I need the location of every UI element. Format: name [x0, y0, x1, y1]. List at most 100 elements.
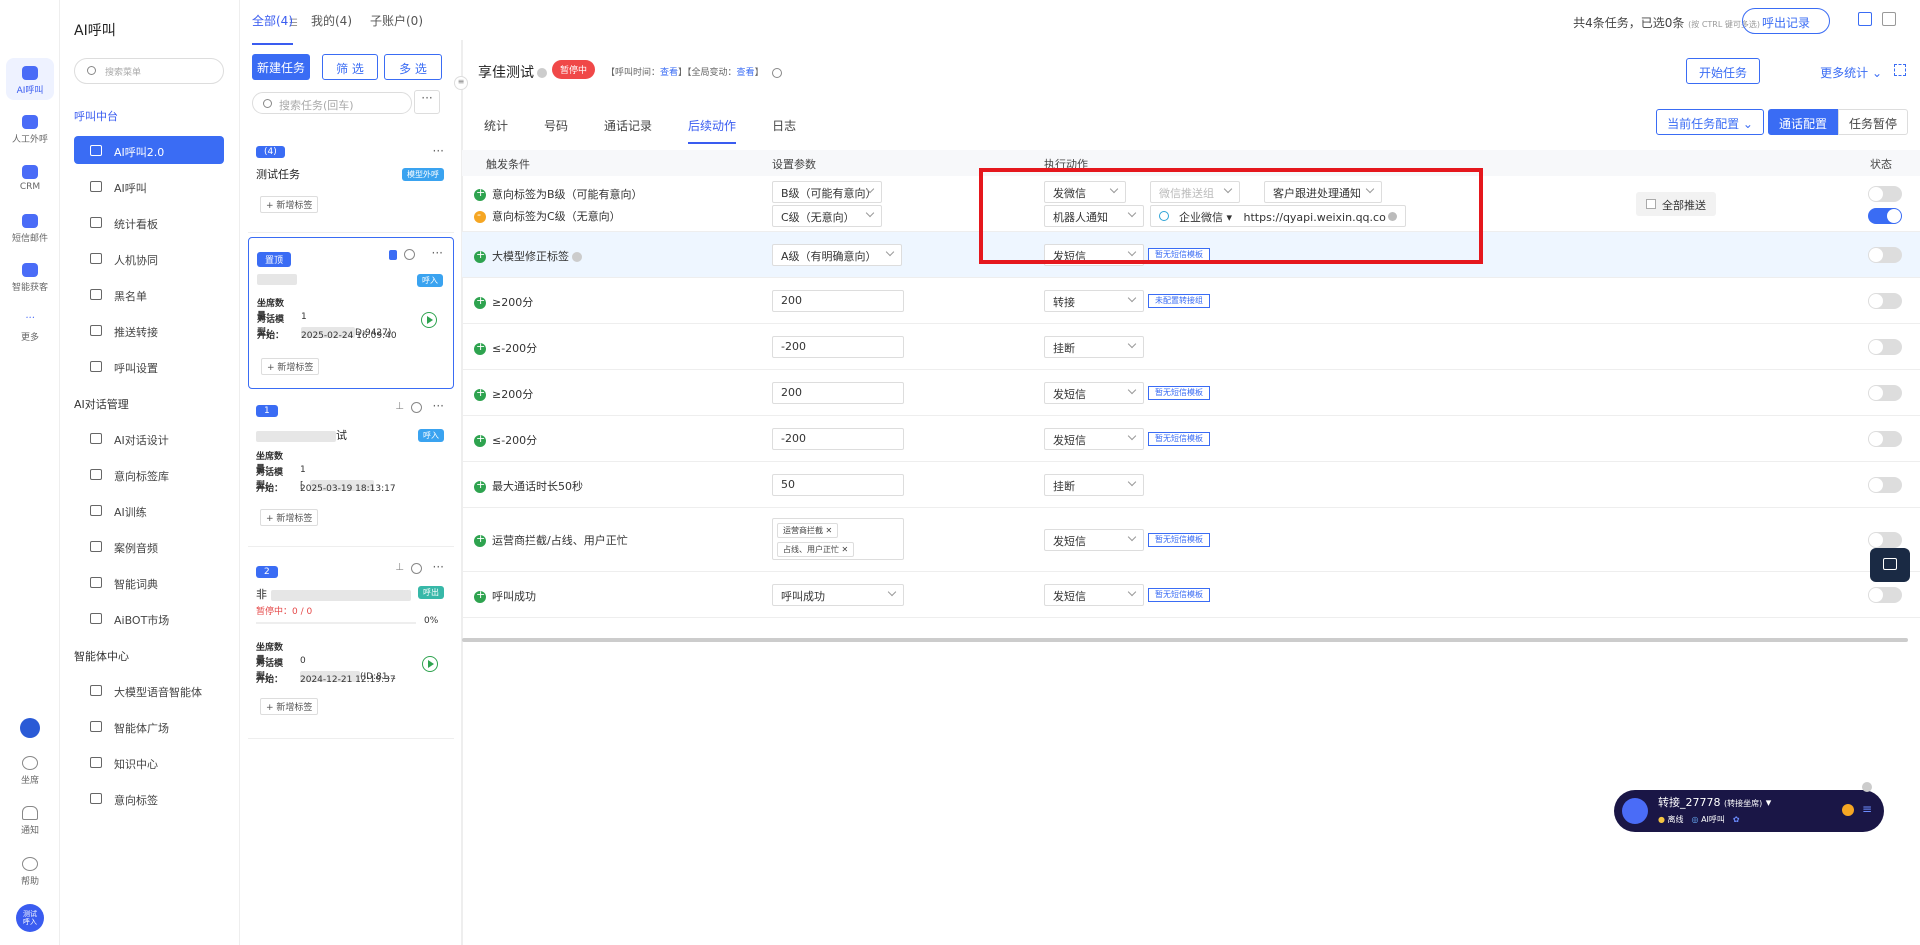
refresh-icon[interactable]	[411, 563, 422, 574]
add-icon[interactable]	[474, 248, 486, 263]
add-icon[interactable]	[474, 294, 486, 309]
view-global-vars-link[interactable]: 查看	[737, 68, 755, 78]
remove-icon[interactable]	[474, 208, 486, 223]
menu-ai-dialog-design[interactable]: AI对话设计	[74, 424, 224, 452]
card-more-icon[interactable]: ···	[433, 399, 444, 413]
menu-case-audio[interactable]: 案例音频	[74, 532, 224, 560]
menu-call-settings[interactable]: 呼叫设置	[74, 352, 224, 380]
score-input[interactable]: 200	[772, 382, 904, 404]
add-tag-button[interactable]: + 新增标签	[261, 358, 320, 375]
close-icon[interactable]: ✕	[842, 545, 849, 554]
add-tag-button[interactable]: + 新增标签	[260, 196, 319, 213]
agent-name[interactable]: 转接_27778 (转接坐席) ▾	[1658, 794, 1771, 810]
rail-sms-mail[interactable]: 短信邮件	[0, 214, 60, 244]
avatar[interactable]: 测试 呼入	[16, 904, 44, 932]
status-toggle[interactable]	[1868, 532, 1902, 548]
refresh-icon[interactable]	[772, 67, 783, 78]
pin-icon[interactable]: ⊥	[395, 562, 404, 573]
add-icon[interactable]	[474, 588, 486, 603]
chat-float-button[interactable]	[1870, 548, 1910, 582]
refresh-icon[interactable]	[411, 402, 422, 413]
status-toggle[interactable]	[1868, 477, 1902, 493]
menu-llm-voice-agent[interactable]: 大模型语音智能体	[74, 676, 224, 704]
rail-manual-call[interactable]: 人工外呼	[0, 115, 60, 145]
current-task-config-dropdown[interactable]: 当前任务配置 ⌄	[1656, 109, 1764, 135]
status-toggle[interactable]	[1868, 247, 1902, 263]
list-view-icon[interactable]	[1882, 12, 1896, 26]
toggle-list-icon[interactable]: ≡	[454, 76, 468, 90]
menu-icon[interactable]: ≡	[1862, 802, 1872, 816]
status-toggle[interactable]	[1868, 208, 1902, 224]
action-select[interactable]: 发短信	[1044, 584, 1144, 606]
action-select[interactable]: 发短信	[1044, 529, 1144, 551]
card-more-icon[interactable]: ···	[433, 560, 444, 574]
task-search-input[interactable]: 搜索任务(回车)	[252, 92, 412, 114]
param-select[interactable]: B级（可能有意向）	[772, 181, 882, 203]
grid-view-icon[interactable]	[1858, 12, 1872, 26]
start-task-button[interactable]: 开始任务	[1686, 58, 1760, 84]
menu-ai-training[interactable]: AI训练	[74, 496, 224, 524]
tab-log[interactable]: 日志	[772, 117, 796, 144]
action-select[interactable]: 挂断	[1044, 336, 1144, 358]
menu-search-input[interactable]: 搜索菜单	[74, 58, 224, 84]
menu-smart-dict[interactable]: 智能词典	[74, 568, 224, 596]
score-input[interactable]: -200	[772, 336, 904, 358]
score-input[interactable]: -200	[772, 428, 904, 450]
status-toggle[interactable]	[1868, 293, 1902, 309]
menu-ai-call[interactable]: AI呼叫	[74, 172, 224, 200]
menu-intent-tag-lib[interactable]: 意向标签库	[74, 460, 224, 488]
multi-select[interactable]: 运营商拦截 ✕ 占线、用户正忙 ✕	[772, 518, 904, 560]
menu-human-machine[interactable]: 人机协同	[74, 244, 224, 272]
task-pause-button[interactable]: 任务暂停	[1837, 109, 1908, 135]
duration-input[interactable]: 50	[772, 474, 904, 496]
action-select[interactable]: 转接	[1044, 290, 1144, 312]
menu-knowledge-center[interactable]: 知识中心	[74, 748, 224, 776]
status-toggle[interactable]	[1868, 431, 1902, 447]
add-tag-button[interactable]: + 新增标签	[260, 509, 319, 526]
menu-intent-tag[interactable]: 意向标签	[74, 784, 224, 812]
call-config-button[interactable]: 通话配置	[1767, 109, 1838, 135]
rail-help[interactable]: 帮助	[0, 857, 60, 887]
add-icon[interactable]	[474, 532, 486, 547]
status-toggle[interactable]	[1868, 587, 1902, 603]
rail-ai-call[interactable]: AI呼叫	[6, 58, 54, 100]
filter-button[interactable]: 筛 选	[322, 54, 378, 80]
template-button[interactable]: 暂无短信模板	[1148, 386, 1210, 400]
refresh-icon[interactable]	[404, 249, 415, 260]
param-select[interactable]: C级（无意向）	[772, 205, 882, 227]
add-icon[interactable]	[474, 340, 486, 355]
template-button[interactable]: 暂无短信模板	[1148, 588, 1210, 602]
more-stats-dropdown[interactable]: 更多统计 ⌄	[1820, 64, 1882, 81]
action-select[interactable]: 挂断	[1044, 474, 1144, 496]
card-more-icon[interactable]: ···	[433, 144, 444, 158]
task-more-button[interactable]: ···	[414, 90, 440, 114]
tab-followup-actions[interactable]: 后续动作	[688, 117, 737, 144]
add-tag-button[interactable]: + 新增标签	[260, 698, 319, 715]
task-card[interactable]: 2 ⊥ ··· 非 呼出 暂停中：0 / 0 0% 坐席数量： 0 对话模型： (I…	[248, 552, 454, 715]
close-icon[interactable]	[1862, 782, 1872, 792]
task-card-selected[interactable]: 置顶 ··· 呼入 坐席数量： 1 对话模型： D:9427) 开始： 2025-02…	[248, 237, 454, 389]
task-card[interactable]: 1 ⊥ ··· 试 呼入 坐席数量： 1 对话模型：[ 开始： 2025-03-19…	[248, 395, 454, 545]
view-call-time-link[interactable]: 查看	[660, 68, 678, 78]
rail-acquire[interactable]: 智能获客	[0, 263, 60, 293]
pin-icon[interactable]	[389, 250, 397, 260]
add-icon[interactable]	[474, 432, 486, 447]
param-select[interactable]: A级（有明确意向）	[772, 244, 902, 266]
fullscreen-icon[interactable]	[1894, 64, 1906, 76]
status-toggle[interactable]	[1868, 339, 1902, 355]
phone-icon[interactable]	[1622, 798, 1648, 824]
settings-icon[interactable]: ✿	[1733, 815, 1740, 824]
add-icon[interactable]	[474, 186, 486, 201]
tab-call-records[interactable]: 通话记录	[604, 117, 652, 144]
template-button[interactable]: 暂无短信模板	[1148, 533, 1210, 547]
multi-select-button[interactable]: 多 选	[384, 54, 442, 80]
status-toggle[interactable]	[1868, 385, 1902, 401]
play-icon[interactable]	[422, 656, 438, 672]
add-icon[interactable]	[474, 478, 486, 493]
add-icon[interactable]	[474, 386, 486, 401]
rail-seat[interactable]: 坐席	[0, 756, 60, 786]
menu-blacklist[interactable]: 黑名单	[74, 280, 224, 308]
tab-stats[interactable]: 统计	[484, 117, 508, 144]
horizontal-scrollbar[interactable]	[462, 638, 1908, 642]
menu-ai-call-2[interactable]: AI呼叫2.0	[74, 136, 224, 164]
